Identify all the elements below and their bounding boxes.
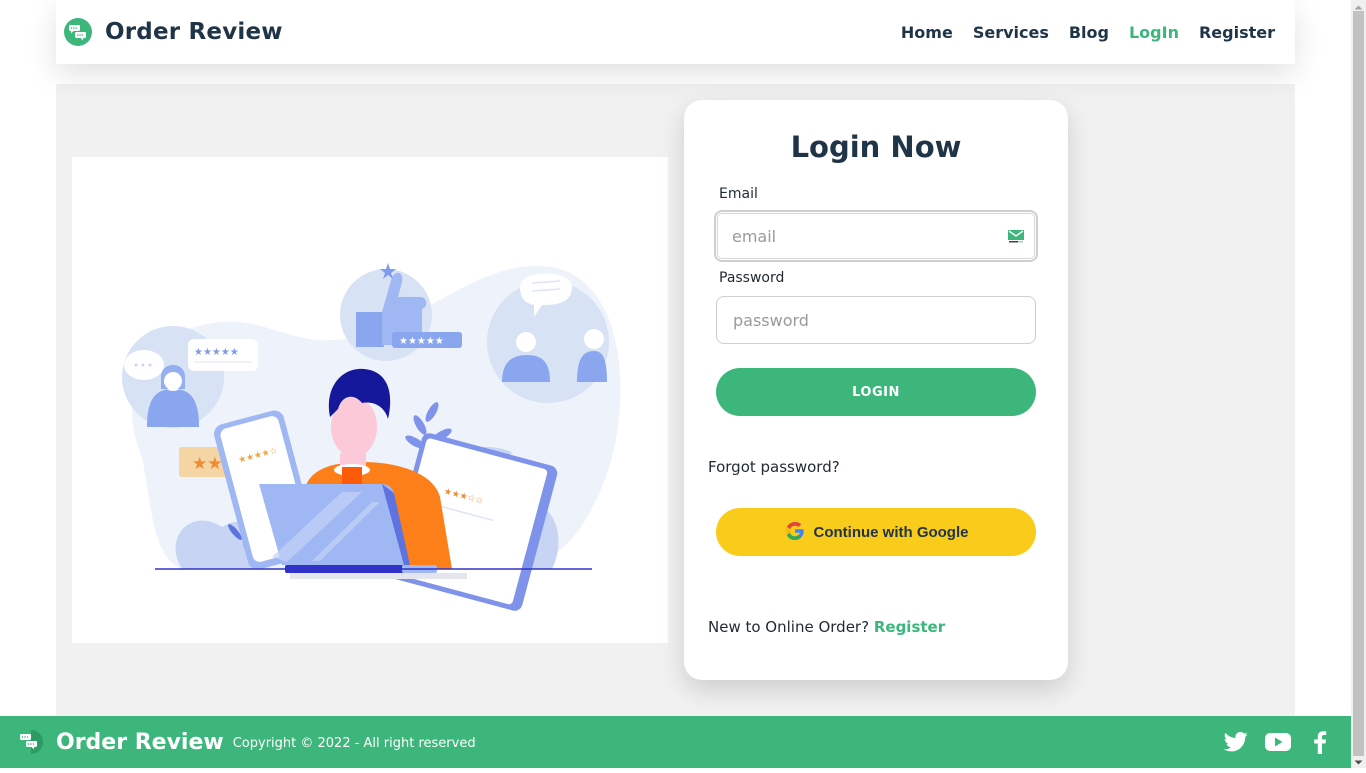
google-icon <box>784 520 806 545</box>
nav-home[interactable]: Home <box>901 23 953 42</box>
forgot-password-link[interactable]: Forgot password? <box>708 458 840 476</box>
nav-register[interactable]: Register <box>1199 23 1275 42</box>
password-field-wrapper <box>716 296 1036 344</box>
facebook-icon[interactable] <box>1307 729 1333 755</box>
svg-text:★★: ★★ <box>192 454 222 474</box>
footer-copyright: Copyright © 2022 - All right reserved <box>232 736 476 751</box>
chat-bubbles-logo-icon <box>18 729 44 755</box>
review-illustration-graphic: ★★★★★ ★★★★★ ★★ ★★★★☆ ★★★☆☆ <box>122 263 621 611</box>
nav-login[interactable]: LogIn <box>1129 23 1179 42</box>
chat-bubbles-logo-icon <box>64 18 92 46</box>
email-label: Email <box>719 186 758 202</box>
login-title: Login Now <box>790 130 962 164</box>
svg-text:★★★★★: ★★★★★ <box>194 347 239 358</box>
email-field-wrapper <box>714 210 1038 262</box>
main-area: ★★★★★ ★★★★★ ★★ ★★★★☆ ★★★☆☆ <box>56 84 1295 716</box>
envelope-icon <box>1008 228 1024 243</box>
twitter-icon[interactable] <box>1223 729 1249 755</box>
nav-blog[interactable]: Blog <box>1069 23 1109 42</box>
scroll-down-arrow-icon[interactable] <box>1351 754 1366 768</box>
password-label: Password <box>719 270 785 286</box>
password-input[interactable] <box>717 297 1035 343</box>
footer: Order Review Copyright © 2022 - All righ… <box>0 716 1351 768</box>
brand[interactable]: Order Review <box>64 18 283 46</box>
register-link[interactable]: Register <box>874 618 945 636</box>
scrollbar-thumb[interactable] <box>1353 11 1364 756</box>
google-button-label: Continue with Google <box>813 523 969 541</box>
navbar: Order Review Home Services Blog LogIn Re… <box>56 0 1295 64</box>
svg-text:★★★★★: ★★★★★ <box>399 336 444 347</box>
brand-name: Order Review <box>105 19 283 45</box>
email-input[interactable] <box>716 212 1036 260</box>
footer-brand: Order Review <box>56 729 224 755</box>
register-prompt-text: New to Online Order? <box>708 618 870 636</box>
login-card: Login Now Email Password LOGIN Forgot pa… <box>684 100 1068 680</box>
vertical-scrollbar[interactable] <box>1351 0 1366 768</box>
register-prompt: New to Online Order? Register <box>708 618 945 636</box>
page: Order Review Home Services Blog LogIn Re… <box>0 0 1351 768</box>
nav-links: Home Services Blog LogIn Register <box>901 0 1275 64</box>
nav-services[interactable]: Services <box>973 23 1049 42</box>
review-illustration: ★★★★★ ★★★★★ ★★ ★★★★☆ ★★★☆☆ <box>72 157 668 643</box>
youtube-icon[interactable] <box>1265 729 1291 755</box>
google-login-button[interactable]: Continue with Google <box>716 508 1036 556</box>
social-links <box>1223 716 1333 768</box>
login-button[interactable]: LOGIN <box>716 368 1036 416</box>
